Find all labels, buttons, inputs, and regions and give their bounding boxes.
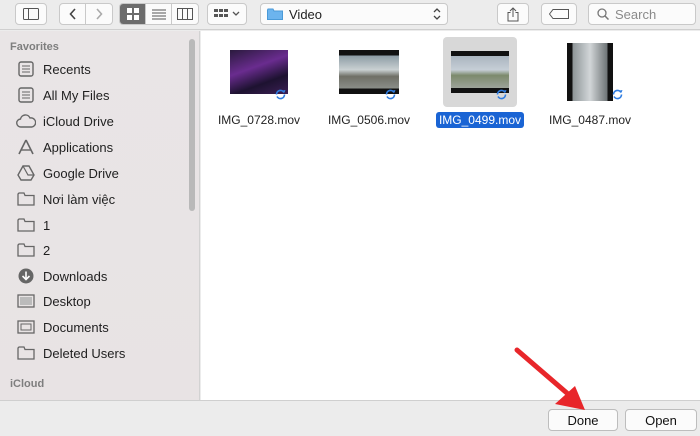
sidebar-item-desktop[interactable]: Desktop: [16, 289, 188, 313]
sidebar-item-label: 1: [43, 217, 51, 233]
folder-icon: [16, 190, 36, 208]
file-thumbnail-frame: [332, 37, 406, 107]
sidebar-item-applications[interactable]: Applications: [16, 135, 188, 159]
file-name: IMG_0487.mov: [548, 113, 632, 127]
sync-icon: [496, 89, 507, 100]
share-icon: [507, 6, 519, 21]
folder-icon: [16, 216, 36, 234]
icloud-header: iCloud: [10, 378, 45, 390]
file-item-selected[interactable]: IMG_0499.mov: [430, 37, 530, 133]
file-thumbnail-frame: [222, 37, 296, 107]
file-name: IMG_0506.mov: [327, 113, 411, 127]
sidebar-item-icloud-drive[interactable]: iCloud Drive: [16, 109, 188, 133]
file-name: IMG_0728.mov: [217, 113, 301, 127]
cloud-icon: [16, 112, 36, 130]
chevron-left-icon: [68, 8, 76, 20]
file-thumbnail-frame: [443, 37, 517, 107]
view-mode-control: [119, 3, 199, 25]
desktop-icon: [16, 292, 36, 310]
sidebar-toggle-button[interactable]: [15, 3, 47, 25]
open-button[interactable]: Open: [625, 409, 697, 431]
video-thumbnail: [451, 51, 509, 93]
list-view-button[interactable]: [146, 4, 172, 24]
done-button[interactable]: Done: [548, 409, 618, 431]
location-popup[interactable]: Video: [260, 3, 448, 25]
search-placeholder: Search: [615, 6, 657, 22]
recents-icon: [16, 60, 36, 78]
back-button[interactable]: [60, 4, 86, 24]
sidebar-item-label: Deleted Users: [43, 345, 126, 361]
search-icon: [597, 8, 609, 20]
tag-button[interactable]: [541, 3, 577, 25]
documents-icon: [16, 318, 36, 336]
sidebar-item-label: Recents: [43, 61, 91, 77]
folder-icon: [16, 241, 36, 259]
tag-icon: [549, 9, 569, 19]
arrange-button[interactable]: [207, 3, 247, 25]
sidebar-item-label: Applications: [43, 139, 114, 155]
bottom-bar: Done Open: [0, 400, 700, 436]
back-forward-control: [59, 3, 113, 25]
all-files-icon: [16, 86, 36, 104]
file-browser: IMG_0728.mov IMG_0506.mov IMG_0499.mov I…: [201, 31, 700, 400]
google-drive-icon: [16, 164, 36, 182]
sidebar: Favorites Recents All My Files iCloud Dr…: [0, 31, 200, 400]
file-name: IMG_0499.mov: [430, 112, 530, 128]
sync-icon: [385, 89, 396, 100]
file-item[interactable]: IMG_0506.mov: [319, 37, 419, 133]
icon-view-button[interactable]: [120, 4, 146, 24]
search-field[interactable]: Search: [588, 3, 696, 25]
sidebar-item-noi-lam-viec[interactable]: Nơi làm việc: [16, 187, 188, 211]
sidebar-item-recents[interactable]: Recents: [16, 57, 188, 81]
download-icon: [16, 267, 36, 285]
sidebar-item-label: Documents: [43, 319, 109, 335]
sidebar-item-documents[interactable]: Documents: [16, 315, 188, 339]
folder-icon: [267, 8, 283, 20]
sidebar-icon: [23, 8, 39, 20]
sidebar-item-label: All My Files: [43, 87, 110, 103]
file-thumbnail-frame: [553, 37, 627, 107]
favorites-header: Favorites: [10, 41, 59, 53]
sidebar-item-label: Google Drive: [43, 165, 119, 181]
sidebar-item-all-my-files[interactable]: All My Files: [16, 83, 188, 107]
applications-icon: [16, 138, 36, 156]
sidebar-item-google-drive[interactable]: Google Drive: [16, 161, 188, 185]
file-item[interactable]: IMG_0728.mov: [209, 37, 309, 133]
sidebar-item-downloads[interactable]: Downloads: [16, 264, 188, 288]
column-view-button[interactable]: [172, 4, 198, 24]
sync-icon: [612, 89, 623, 100]
share-button[interactable]: [497, 3, 529, 25]
sidebar-item-deleted-users[interactable]: Deleted Users: [16, 341, 188, 365]
folder-icon: [16, 344, 36, 362]
toolbar: Video Search: [0, 0, 700, 30]
sidebar-item-1[interactable]: 1: [16, 213, 188, 237]
location-label: Video: [289, 6, 323, 22]
forward-button[interactable]: [86, 4, 112, 24]
list-icon: [151, 9, 166, 19]
updown-chevron-icon: [433, 8, 441, 20]
grid-icon: [126, 8, 139, 20]
sidebar-item-label: iCloud Drive: [43, 113, 114, 129]
video-thumbnail: [567, 43, 613, 101]
sync-icon: [275, 89, 286, 100]
chevron-right-icon: [96, 8, 103, 20]
sidebar-scrollbar[interactable]: [189, 39, 195, 211]
sidebar-item-label: Nơi làm việc: [43, 191, 116, 207]
sidebar-item-2[interactable]: 2: [16, 238, 188, 262]
sidebar-item-label: Desktop: [43, 293, 91, 309]
arrange-icon: [214, 9, 240, 17]
columns-icon: [177, 8, 193, 20]
file-item[interactable]: IMG_0487.mov: [540, 37, 640, 133]
sidebar-item-label: 2: [43, 242, 51, 258]
sidebar-item-label: Downloads: [43, 268, 108, 284]
